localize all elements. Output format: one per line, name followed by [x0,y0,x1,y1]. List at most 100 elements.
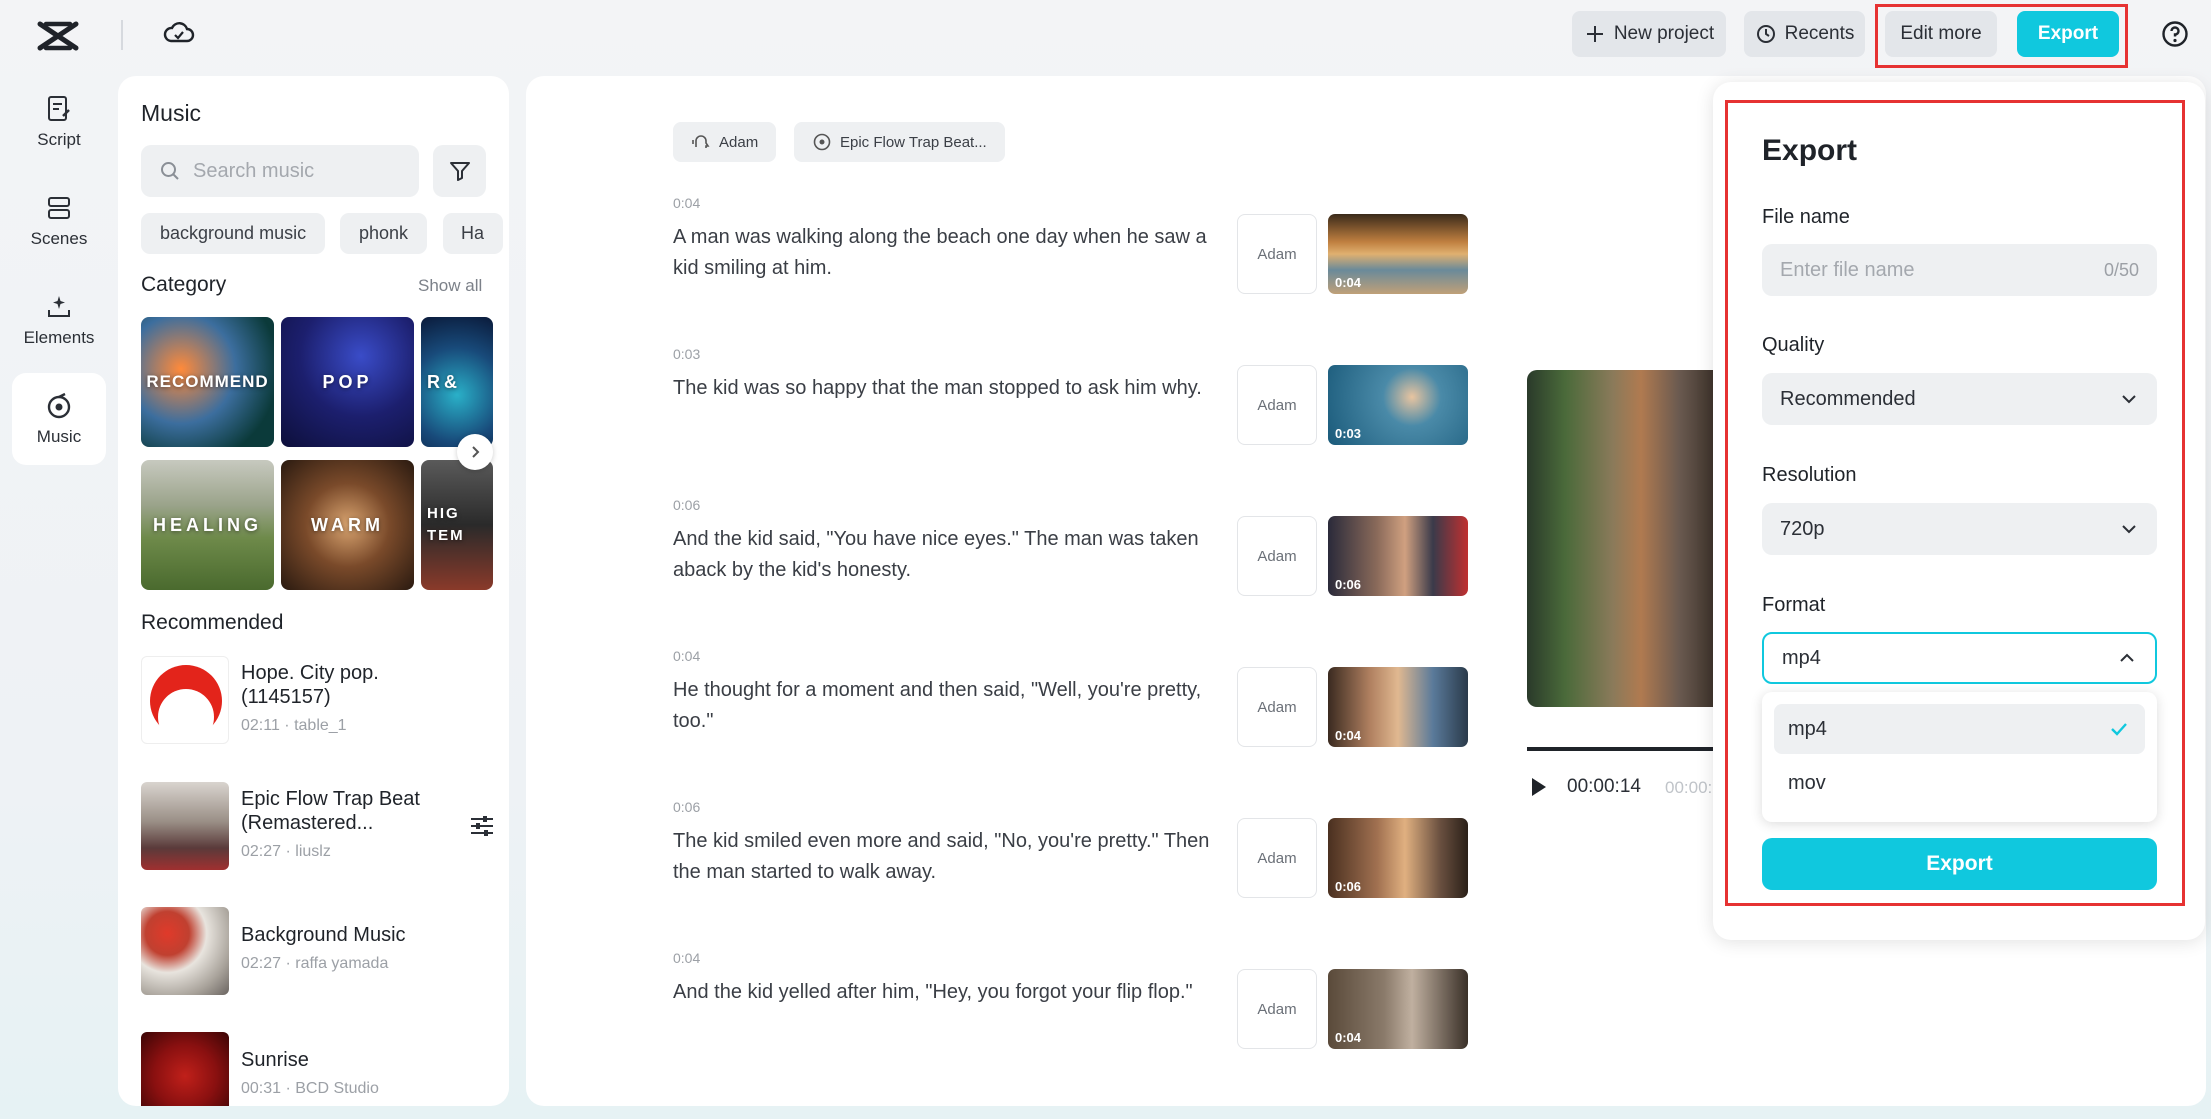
scene-row[interactable]: 0:04 He thought for a moment and then sa… [673,648,1473,778]
category-label: HEALING [153,514,262,535]
filter-button[interactable] [433,145,486,197]
track-meta: 02:11 · table_1 [241,717,347,734]
cloud-icon[interactable] [162,16,196,50]
scene-voice-button[interactable]: Adam [1237,516,1317,596]
category-next-button[interactable] [457,434,493,470]
track-thumbnail [141,656,229,744]
scene-row[interactable]: 0:06 The kid smiled even more and said, … [673,799,1473,929]
scene-text[interactable]: And the kid said, "You have nice eyes." … [673,524,1223,586]
scene-text[interactable]: He thought for a moment and then said, "… [673,675,1223,737]
rail-item-music[interactable]: Music [12,373,106,465]
scene-video-thumbnail[interactable]: 0:04 [1328,667,1468,747]
show-all-link[interactable]: Show all [418,276,482,296]
highlight-box-panel [1725,100,2185,906]
track-meta: 02:27 · liuslz [241,843,331,860]
scene-voice-button[interactable]: Adam [1237,818,1317,898]
scene-video-thumbnail[interactable]: 0:03 [1328,365,1468,445]
voice-tag-label: Adam [719,133,759,151]
scene-duration: 0:04 [1335,728,1362,743]
chip-phonk[interactable]: phonk [340,213,428,254]
scene-video-thumbnail[interactable]: 0:06 [1328,516,1468,596]
scene-row[interactable]: 0:04 And the kid yelled after him, "Hey,… [673,950,1473,1080]
recommended-title: Recommended [141,611,284,634]
scene-duration: 0:04 [1335,1030,1362,1045]
header-divider [121,20,123,50]
track-item[interactable]: Epic Flow Trap Beat (Remastered... 02:27… [141,782,493,870]
search-icon [161,162,179,180]
category-high-tempo[interactable]: HIG TEM [421,460,493,590]
scenes-icon [48,197,70,219]
scene-duration: 0:03 [1335,426,1362,441]
music-tag-label: Epic Flow Trap Beat... [840,133,987,151]
scene-video-thumbnail[interactable]: 0:04 [1328,969,1468,1049]
music-disc-icon [813,133,831,151]
scene-video-thumbnail[interactable]: 0:04 [1328,214,1468,294]
track-meta: 02:27 · raffa yamada [241,955,389,972]
scene-video-thumbnail[interactable]: 0:06 [1328,818,1468,898]
clock-icon [1756,25,1775,43]
chip-ha[interactable]: Ha [443,213,504,254]
scene-duration: 0:06 [1335,577,1362,592]
scene-row[interactable]: 0:03 The kid was so happy that the man s… [673,346,1473,476]
category-warm[interactable]: WARM [281,460,414,590]
track-item[interactable]: Hope. City pop. (1145157) 02:11 · table_… [141,656,491,744]
playback-progress-bar[interactable] [1527,747,1717,751]
scene-voice-button[interactable]: Adam [1237,969,1317,1049]
track-item[interactable]: Sunrise 00:31 · BCD Studio [141,1032,491,1106]
category-label: POP [322,371,373,392]
chevron-right-icon [472,446,480,458]
scene-time: 0:04 [673,648,701,664]
category-label: WARM [311,514,384,535]
rail-label-script: Script [37,130,81,149]
scene-time: 0:03 [673,346,701,362]
play-icon[interactable] [1530,776,1548,798]
rail-item-script[interactable]: Script [12,76,106,168]
scene-row[interactable]: 0:06 And the kid said, "You have nice ey… [673,497,1473,627]
scene-text[interactable]: The kid was so happy that the man stoppe… [673,373,1223,404]
scene-time: 0:04 [673,195,701,211]
help-icon[interactable] [2161,20,2189,48]
track-name: Hope. City pop. (1145157) [241,662,379,708]
scene-voice-button[interactable]: Adam [1237,365,1317,445]
scene-row[interactable]: 0:04 A man was walking along the beach o… [673,195,1473,325]
recents-button[interactable]: Recents [1744,11,1865,57]
elements-icon [48,296,70,317]
music-panel: Music background music phonk Ha Category… [118,76,509,1106]
track-name: Background Music [241,924,406,946]
adjust-icon[interactable] [468,812,496,840]
scene-voice-button[interactable]: Adam [1237,214,1317,294]
capcut-logo-icon [37,21,79,51]
recents-label: Recents [1784,23,1855,44]
scene-text[interactable]: The kid smiled even more and said, "No, … [673,826,1223,888]
scene-time: 0:06 [673,799,701,815]
track-item[interactable]: Background Music 02:27 · raffa yamada [141,907,491,995]
rail-item-elements[interactable]: Elements [12,274,106,366]
category-recommend[interactable]: RECOMMEND [141,317,274,447]
video-preview[interactable] [1527,370,1717,707]
category-pop[interactable]: POP [281,317,414,447]
category-title: Category [141,273,227,296]
voice-tag[interactable]: Adam [673,122,777,162]
filter-icon [449,162,470,181]
current-time: 00:00:14 [1567,776,1641,797]
category-rnb[interactable]: R& [421,317,493,447]
rail-label-elements: Elements [23,328,95,347]
category-healing[interactable]: HEALING [141,460,274,590]
search-input[interactable] [193,159,393,183]
rail-item-scenes[interactable]: Scenes [12,175,106,267]
rail-label-music: Music [36,427,82,446]
new-project-button[interactable]: New project [1572,11,1726,57]
track-name: Sunrise [241,1049,309,1071]
scene-text[interactable]: A man was walking along the beach one da… [673,222,1223,284]
scene-voice-button[interactable]: Adam [1237,667,1317,747]
new-project-label: New project [1613,23,1715,44]
script-icon [48,96,70,121]
music-tag[interactable]: Epic Flow Trap Beat... [794,122,1005,162]
scene-text[interactable]: And the kid yelled after him, "Hey, you … [673,977,1223,1008]
category-label: RECOMMEND [146,372,269,391]
chip-background-music[interactable]: background music [141,213,326,254]
track-thumbnail [141,907,229,995]
track-thumbnail [141,1032,229,1106]
search-box[interactable] [141,145,419,197]
scene-time: 0:06 [673,497,701,513]
